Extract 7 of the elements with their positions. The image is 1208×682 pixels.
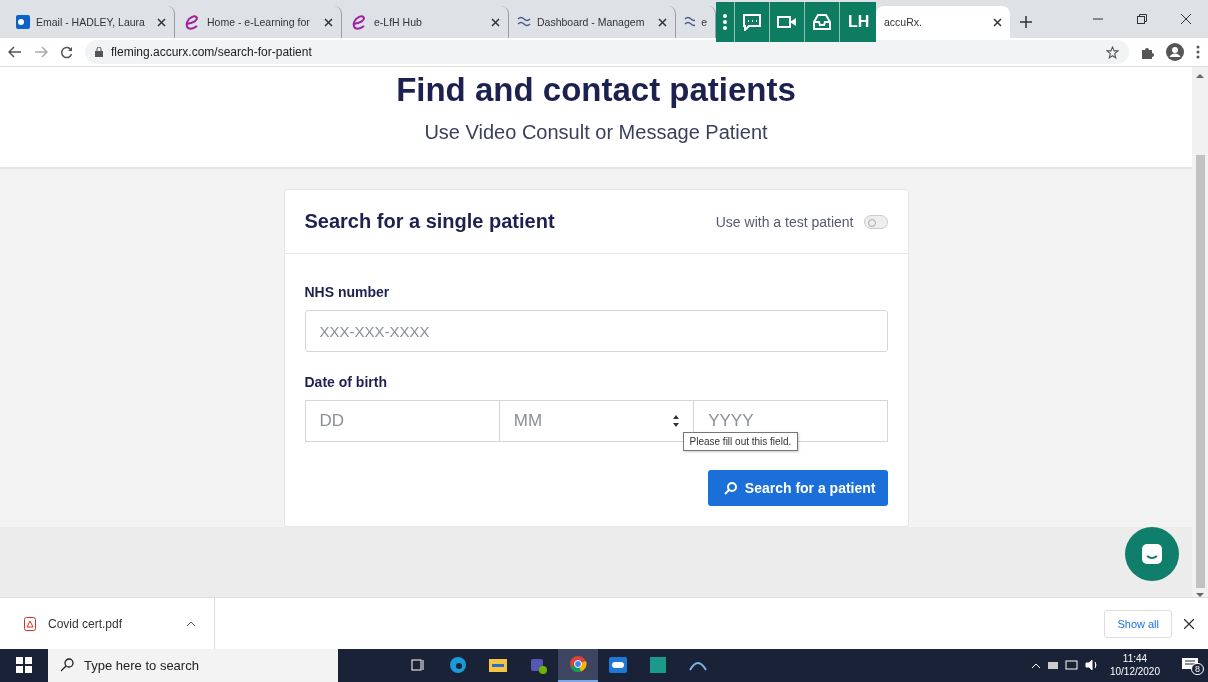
page-title: Find and contact patients — [396, 71, 796, 110]
validation-tooltip: Please fill out this field. — [682, 432, 799, 452]
field-label: Date of birth — [304, 374, 388, 391]
toggle-label: Use with a test patient — [715, 214, 854, 230]
field-label: NHS number — [304, 284, 391, 301]
page-subtitle: Use Video Consult or Message Patient — [424, 121, 768, 145]
card-title: Search for a single patient — [304, 210, 556, 234]
